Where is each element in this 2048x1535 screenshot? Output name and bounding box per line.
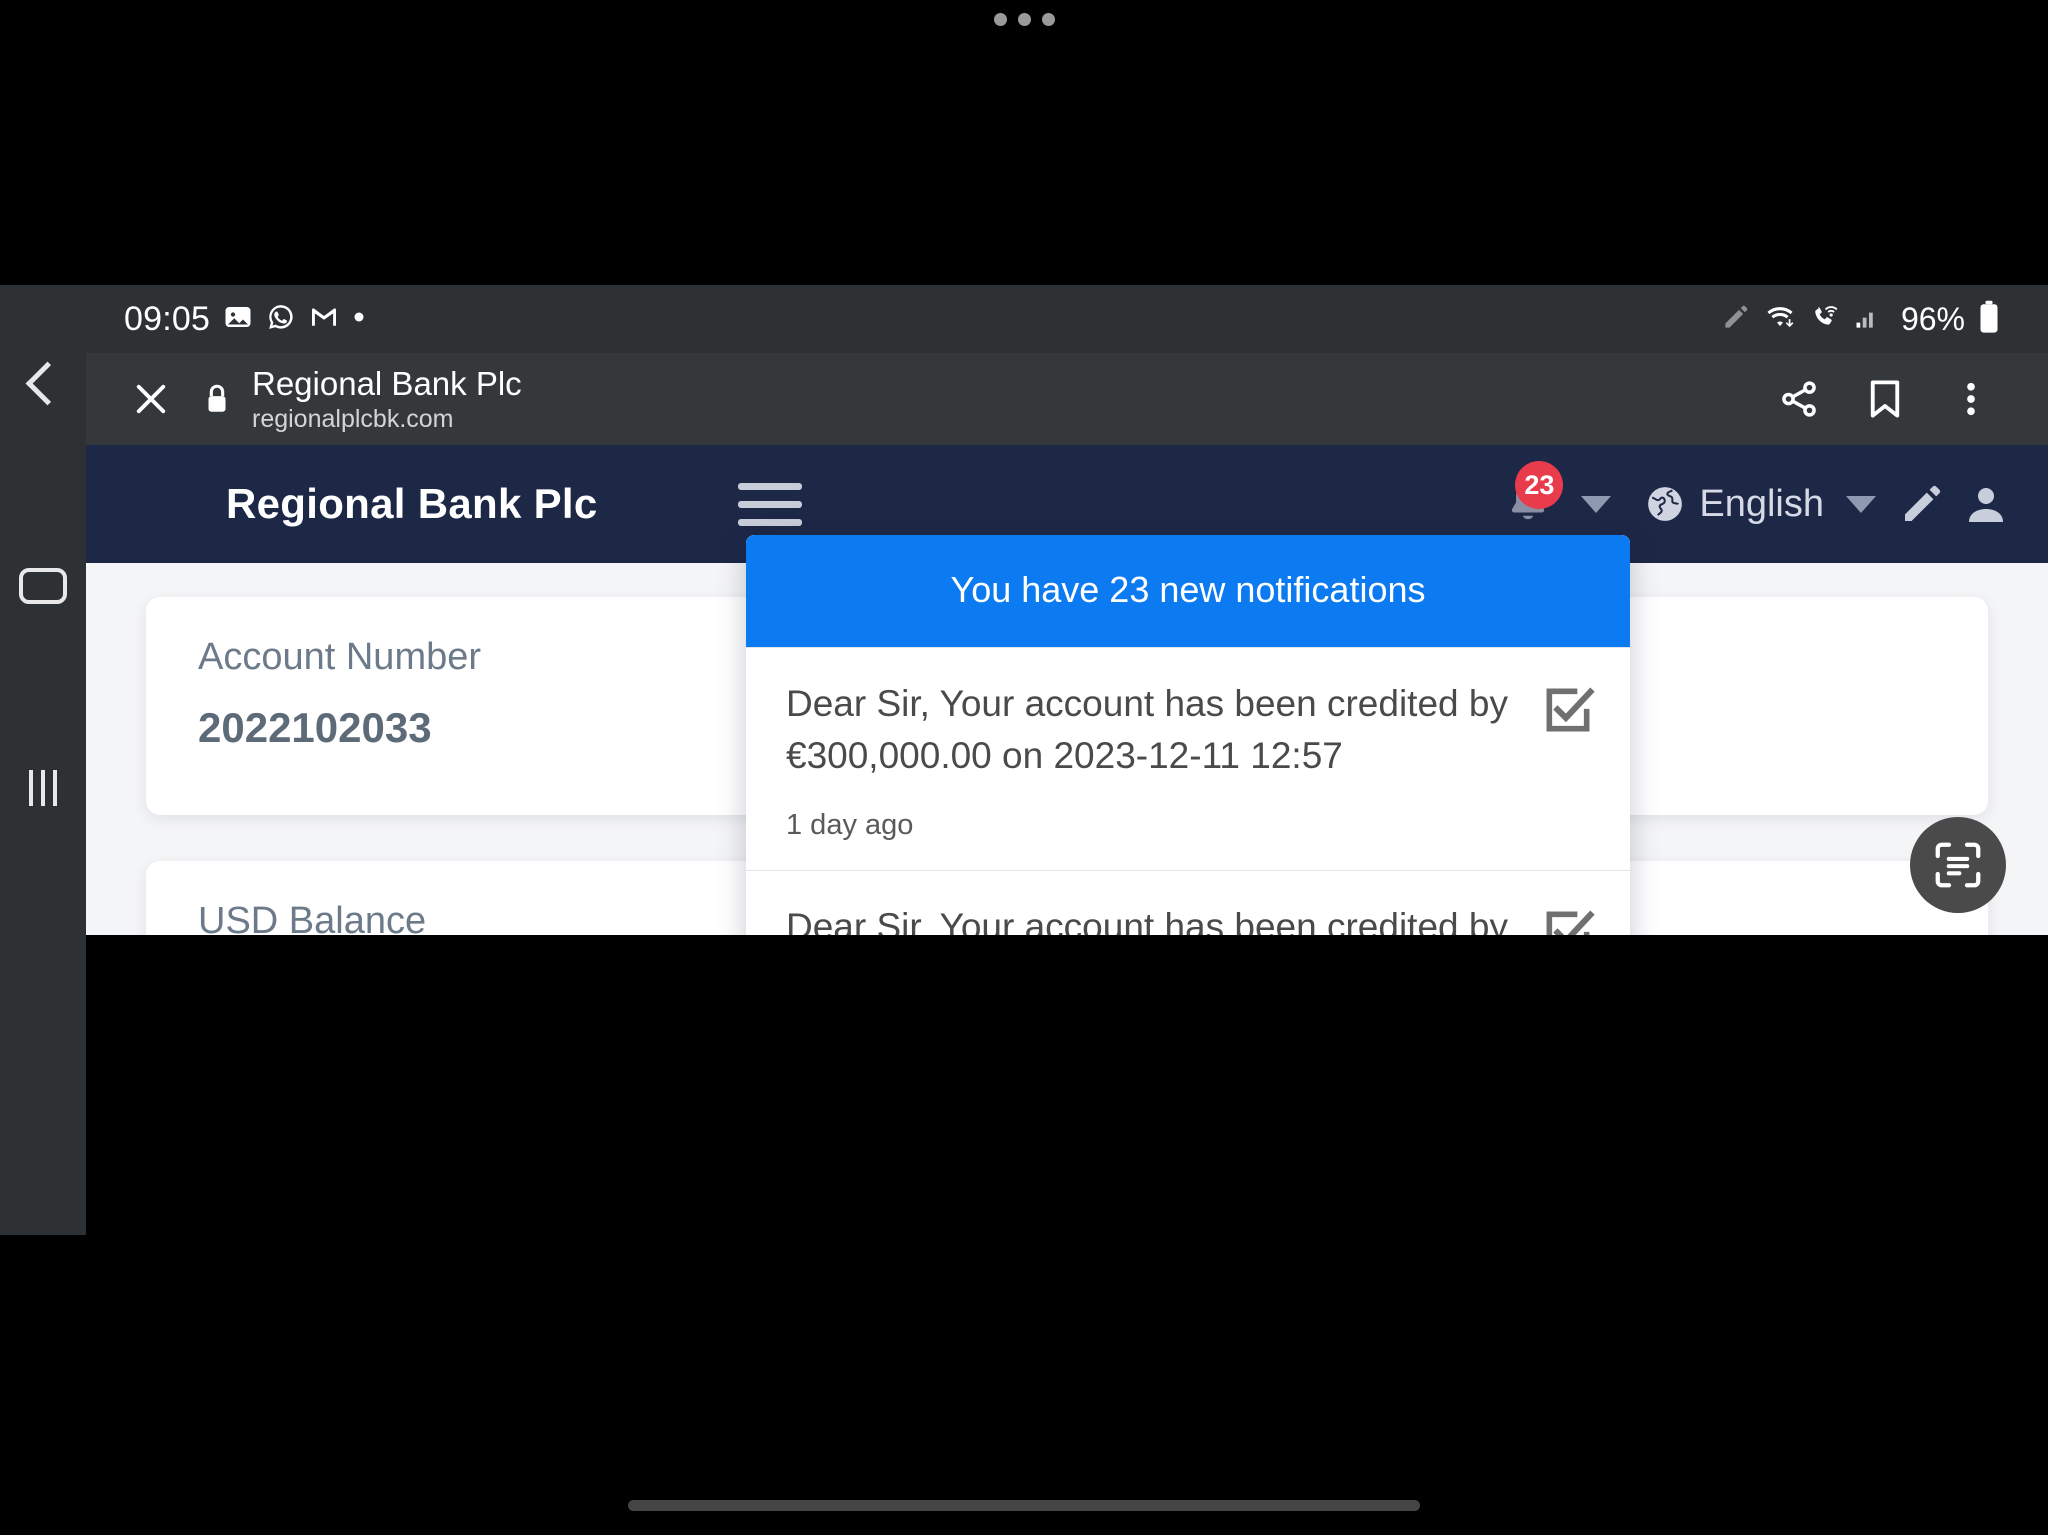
notifications-dropdown-header: You have 23 new notifications	[746, 535, 1630, 647]
hamburger-icon-line	[737, 482, 802, 490]
mark-read-checkbox-icon[interactable]	[1540, 682, 1596, 738]
pencil-icon	[1905, 485, 1941, 521]
dot-icon	[1041, 12, 1055, 26]
browser-page-title: Regional Bank Plc	[252, 364, 522, 402]
whatsapp-icon	[266, 302, 296, 337]
notification-body: Dear Sir, Your account has been credited…	[786, 901, 1540, 935]
screenshot-handle-dots	[0, 8, 2048, 30]
recents-icon	[29, 770, 57, 806]
globe-icon	[1648, 487, 1683, 521]
scan-text-button[interactable]	[1910, 817, 2006, 913]
home-icon	[19, 568, 67, 604]
nav-recents-button[interactable]	[0, 745, 86, 831]
close-icon	[136, 384, 166, 414]
gmail-icon	[309, 302, 339, 337]
notifications-dropdown: You have 23 new notifications Dear Sir, …	[746, 535, 1630, 935]
notification-timestamp: 1 day ago	[786, 809, 914, 841]
site-brand[interactable]: Regional Bank Plc	[226, 480, 598, 528]
edit-profile-button[interactable]	[1890, 472, 1954, 536]
android-navigation-bar	[0, 285, 86, 1235]
notification-count-badge: 23	[1515, 461, 1564, 509]
navbar-right-group: 23 English	[1489, 461, 2018, 543]
status-bar-left: 09:05	[124, 300, 366, 339]
close-browser-button[interactable]	[114, 362, 188, 436]
browser-toolbar: Regional Bank Plc regionalplcbk.com	[86, 353, 2048, 445]
account-avatar[interactable]	[1954, 472, 2018, 536]
language-selector[interactable]: English	[1643, 482, 1886, 526]
menu-toggle-button[interactable]	[737, 482, 802, 526]
secure-connection-button[interactable]	[188, 362, 246, 436]
bookmark-button[interactable]	[1842, 356, 1928, 442]
nav-home-button[interactable]	[0, 543, 86, 629]
notification-item[interactable]: Dear Sir, Your account has been credited…	[746, 870, 1630, 935]
battery-icon	[1978, 300, 2000, 339]
chevron-down-icon[interactable]	[1581, 495, 1612, 513]
dot-icon	[1017, 12, 1031, 26]
lock-icon	[208, 384, 226, 412]
wifi-calling-icon	[1809, 302, 1841, 337]
photos-icon	[223, 302, 253, 337]
browser-menu-button[interactable]	[1928, 356, 2014, 442]
phone-viewport: 09:05 96% Regional Bank Plc regionalplcb…	[86, 285, 2048, 935]
notification-text: Dear Sir, Your account has been credited…	[786, 906, 1508, 935]
share-icon	[1782, 381, 1816, 417]
chevron-down-icon	[1846, 495, 1876, 513]
language-label: English	[1699, 482, 1824, 525]
hamburger-icon-line	[737, 500, 802, 508]
browser-page-url: regionalplcbk.com	[252, 404, 454, 433]
signal-bars-icon	[1854, 302, 1884, 337]
dot-icon	[352, 310, 366, 329]
dot-icon	[993, 12, 1007, 26]
user-icon	[1969, 488, 2003, 522]
chevron-left-icon	[25, 361, 69, 405]
web-page: Regional Bank Plc 23 English Account Num…	[86, 445, 2048, 935]
notification-text: Dear Sir, Your account has been credited…	[786, 683, 1508, 776]
device-screen: 09:05 96% Regional Bank Plc regionalplcb…	[0, 0, 2048, 1535]
mark-read-checkbox-icon[interactable]	[1540, 905, 1596, 935]
share-button[interactable]	[1756, 356, 1842, 442]
status-bar: 09:05 96%	[86, 285, 2048, 353]
notification-item[interactable]: Dear Sir, Your account has been credited…	[746, 647, 1630, 870]
gesture-home-bar[interactable]	[628, 1500, 1420, 1511]
notification-body: Dear Sir, Your account has been credited…	[786, 678, 1540, 844]
wifi-icon	[1764, 302, 1796, 337]
notifications-button[interactable]: 23	[1489, 461, 1567, 543]
pencil-icon	[1721, 302, 1751, 337]
status-clock: 09:05	[124, 299, 211, 338]
bookmark-icon	[1870, 380, 1900, 418]
status-bar-right: 96%	[1721, 300, 2000, 339]
battery-percentage: 96%	[1900, 300, 1965, 337]
more-vertical-icon	[1967, 382, 1975, 416]
hamburger-icon-line	[737, 518, 802, 526]
browser-title-block: Regional Bank Plc regionalplcbk.com	[246, 364, 1756, 435]
nav-back-button[interactable]	[0, 340, 86, 426]
text-scan-icon	[1935, 842, 1981, 888]
